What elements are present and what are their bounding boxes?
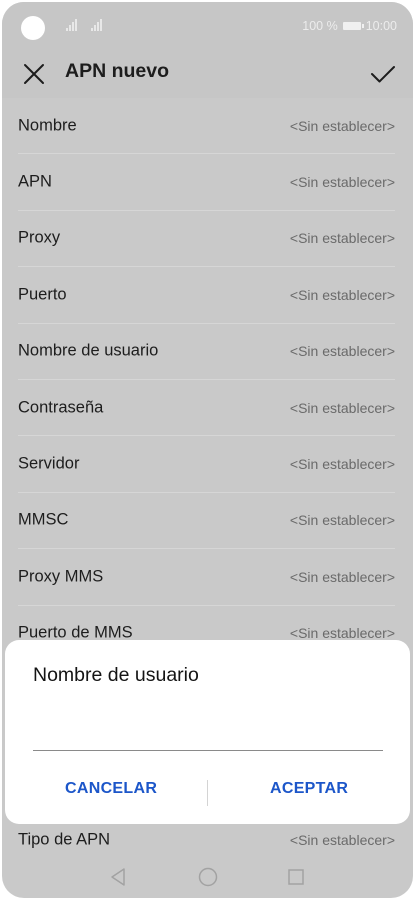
setting-row-nombre[interactable]: Nombre <Sin establecer> <box>18 98 395 155</box>
apn-settings-list: Nombre <Sin establecer> APN <Sin estable… <box>2 98 413 662</box>
check-icon <box>371 66 395 83</box>
phone-screen: 100 % 10:00 APN nuevo Nombre <Sin establ… <box>2 2 413 898</box>
setting-row-mmsc[interactable]: MMSC <Sin establecer> <box>18 493 395 550</box>
setting-row-proxy-mms[interactable]: Proxy MMS <Sin establecer> <box>18 549 395 606</box>
setting-value: <Sin establecer> <box>289 343 395 360</box>
signal-icon-2 <box>91 19 102 31</box>
accept-button[interactable]: ACEPTAR <box>270 780 348 798</box>
setting-label: Contraseña <box>18 398 104 417</box>
app-bar: APN nuevo <box>2 50 413 98</box>
battery-icon <box>342 22 364 30</box>
setting-row-apn[interactable]: APN <Sin establecer> <box>18 154 395 211</box>
setting-value: <Sin establecer> <box>289 568 395 585</box>
setting-value: <Sin establecer> <box>289 625 395 642</box>
setting-label: MMSC <box>18 510 69 529</box>
setting-label: Nombre de usuario <box>18 341 159 360</box>
back-button[interactable] <box>108 866 128 888</box>
setting-row-puerto[interactable]: Puerto <Sin establecer> <box>18 267 395 324</box>
setting-value: <Sin establecer> <box>289 832 395 848</box>
setting-value: <Sin establecer> <box>289 512 395 529</box>
username-input[interactable] <box>33 712 383 751</box>
clock: 10:00 <box>365 19 397 33</box>
setting-value: <Sin establecer> <box>289 174 395 191</box>
setting-row-contrasena[interactable]: Contraseña <Sin establecer> <box>18 380 395 437</box>
setting-label: Proxy MMS <box>18 567 104 586</box>
username-dialog: Nombre de usuario CANCELAR ACEPTAR <box>5 640 410 824</box>
home-button[interactable] <box>197 866 219 888</box>
home-circle-icon <box>198 867 218 887</box>
setting-label: Servidor <box>18 454 80 473</box>
setting-value: <Sin establecer> <box>289 286 395 303</box>
setting-label: Tipo de APN <box>18 830 111 849</box>
recent-square-icon <box>288 869 304 885</box>
battery-percent: 100 % <box>302 19 338 33</box>
navigation-bar <box>2 858 413 898</box>
status-bar: 100 % 10:00 <box>2 2 413 50</box>
dialog-title: Nombre de usuario <box>33 664 199 686</box>
confirm-button[interactable] <box>367 58 399 90</box>
cancel-button[interactable]: CANCELAR <box>65 780 157 798</box>
close-button[interactable] <box>18 58 50 90</box>
setting-label: APN <box>18 172 52 191</box>
setting-label: Puerto <box>18 285 67 304</box>
setting-row-tipo-apn[interactable]: Tipo de APN <Sin establecer> <box>18 824 395 856</box>
back-triangle-icon <box>111 868 125 886</box>
setting-row-proxy[interactable]: Proxy <Sin establecer> <box>18 211 395 268</box>
front-camera-cutout <box>21 16 45 40</box>
signal-icon <box>66 19 77 31</box>
close-icon <box>24 64 44 84</box>
setting-label: Nombre <box>18 116 77 135</box>
status-indicators: 100 % 10:00 <box>302 19 397 33</box>
setting-value: <Sin establecer> <box>289 117 395 134</box>
setting-value: <Sin establecer> <box>289 230 395 247</box>
page-title: APN nuevo <box>65 60 170 82</box>
setting-row-nombre-usuario[interactable]: Nombre de usuario <Sin establecer> <box>18 324 395 380</box>
setting-value: <Sin establecer> <box>289 456 395 473</box>
setting-value: <Sin establecer> <box>289 399 395 416</box>
setting-label: Proxy <box>18 228 61 247</box>
recent-apps-button[interactable] <box>286 867 306 887</box>
button-divider <box>207 780 208 806</box>
setting-row-servidor[interactable]: Servidor <Sin establecer> <box>18 436 395 493</box>
